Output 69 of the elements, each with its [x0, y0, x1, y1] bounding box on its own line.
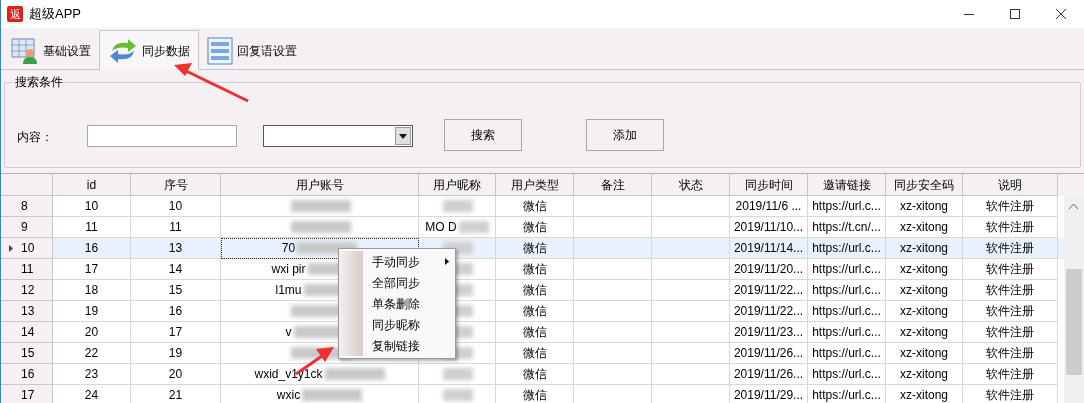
menu-item[interactable]: 单条删除 [363, 293, 455, 314]
row-number: 9 [21, 219, 28, 236]
redacted-blur [290, 200, 351, 212]
row-number: 15 [21, 345, 35, 362]
table-cell: 24 [53, 385, 131, 403]
redacted-blur [443, 368, 473, 380]
action-button[interactable]: 搜索 [444, 119, 522, 151]
redacted-blur [458, 221, 489, 233]
table-cell: xz-xitong [886, 385, 963, 403]
row-header[interactable]: 17 [1, 385, 53, 403]
row-header[interactable]: 13 [1, 301, 53, 322]
cell-text: wxic [276, 387, 301, 403]
maximize-icon [1010, 9, 1020, 19]
list-icon [207, 37, 233, 65]
scrollbar-thumb[interactable] [1066, 269, 1082, 375]
scrollbar[interactable] [1064, 196, 1084, 403]
grid-person-icon [11, 37, 39, 65]
cell-text: v [285, 324, 292, 341]
row-header[interactable]: 14 [1, 322, 53, 343]
row-number: 14 [21, 324, 35, 341]
redacted-blur [324, 368, 385, 380]
group-title: 搜索条件 [13, 74, 65, 90]
app-icon: 返 [7, 6, 23, 22]
menu-item[interactable]: 同步昵称 [363, 314, 455, 335]
cell-text: wxi pir [271, 261, 306, 278]
redacted-blur [443, 200, 473, 212]
tab[interactable]: 基础设置 [3, 33, 99, 69]
row-header[interactable]: 12 [1, 280, 53, 301]
tab[interactable]: 同步数据 [99, 30, 199, 70]
cell-text: wxid_v1y1ck [254, 366, 323, 383]
minimize-icon [964, 13, 974, 15]
row-header[interactable]: 10 [1, 238, 53, 259]
menu-item[interactable]: 全部同步 [363, 272, 455, 293]
cell-text: 70 [281, 240, 296, 257]
table-cell: https://url.c... [808, 385, 886, 403]
type-dropdown[interactable] [263, 125, 413, 147]
action-button[interactable]: 添加 [586, 119, 664, 151]
row-number: 11 [21, 261, 34, 278]
redacted-blur [443, 389, 473, 401]
redacted-blur [302, 389, 363, 401]
scroll-up-icon [1069, 204, 1078, 209]
row-header[interactable]: 15 [1, 343, 53, 364]
row-number: 12 [21, 282, 35, 299]
table-cell: 微信 [496, 385, 574, 403]
dropdown-arrow-icon [399, 133, 407, 139]
redacted-blur [290, 221, 351, 233]
cell-text: l1mu [275, 282, 302, 299]
table-cell: 2019/11/29... [730, 385, 808, 403]
row-number: 10 [21, 240, 35, 257]
row-number: 13 [21, 303, 35, 320]
row-header[interactable]: 9 [1, 217, 53, 238]
close-icon [1056, 9, 1066, 19]
row-number: 8 [21, 198, 28, 215]
menu-item[interactable]: 手动同步 [363, 251, 455, 272]
row-header[interactable]: 8 [1, 196, 53, 217]
tab[interactable]: 回复语设置 [199, 33, 305, 69]
content-label: 内容： [17, 129, 53, 146]
row-number: 17 [21, 387, 35, 403]
content-input[interactable] [87, 125, 237, 147]
window-title: 超级APP [29, 5, 81, 24]
table-cell: 软件注册 [963, 385, 1058, 403]
current-row-icon [9, 244, 13, 252]
sync-arrows-icon [108, 37, 138, 64]
table-cell: 21 [131, 385, 221, 403]
cell-text: MO D [425, 219, 457, 236]
row-number: 16 [21, 366, 35, 383]
row-header[interactable]: 16 [1, 364, 53, 385]
menu-item[interactable]: 复制链接 [363, 335, 455, 356]
row-header[interactable]: 11 [1, 259, 53, 280]
